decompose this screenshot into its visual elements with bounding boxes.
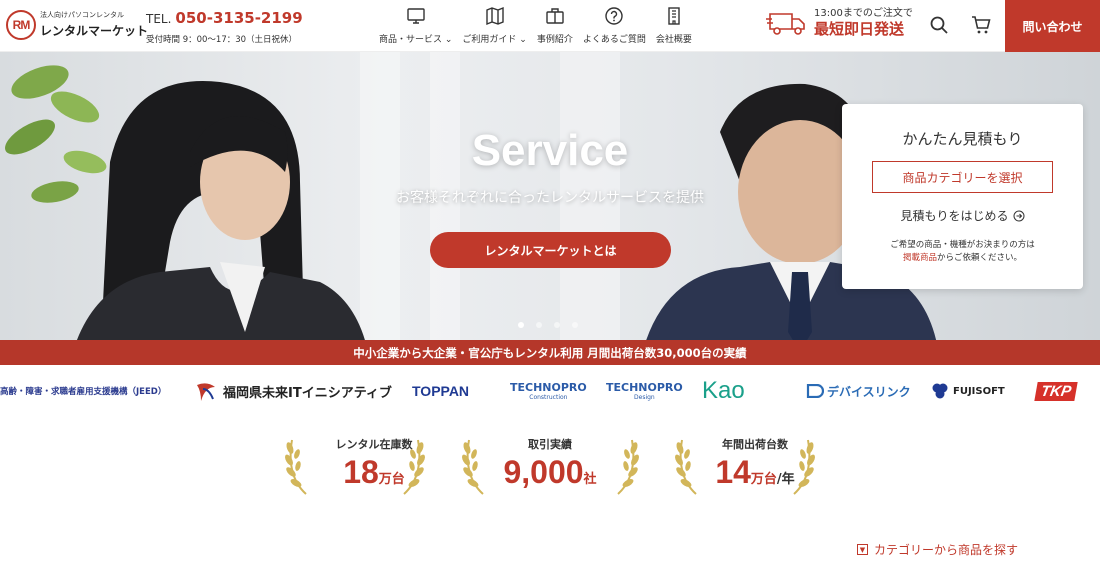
phone-contact: TEL. 050-3135-2199 受付時間 9：00〜17：30（土日祝休） xyxy=(146,9,303,45)
laurel-right-icon xyxy=(617,439,639,495)
fukuoka-mark-icon xyxy=(197,383,215,401)
map-icon xyxy=(485,6,504,26)
laurel-right-icon xyxy=(403,439,425,495)
shipping-headline: 最短即日発送 xyxy=(814,20,905,38)
arrow-circle-icon xyxy=(1013,210,1024,221)
nav-item-faq[interactable]: よくあるご質問 xyxy=(583,6,646,45)
nav-label: 事例紹介 xyxy=(536,35,573,45)
stat-label: レンタル在庫数 xyxy=(335,438,413,451)
client-logo: デバイスリンク xyxy=(806,372,911,410)
fujisoft-mark-icon xyxy=(932,383,948,399)
stat-transactions: 取引実績 9,000社 xyxy=(475,436,625,496)
start-estimate-link[interactable]: 見積もりをはじめる xyxy=(842,207,1083,224)
laurel-right-icon xyxy=(793,439,815,495)
monitor-icon xyxy=(407,8,425,24)
stat-unit: 社 xyxy=(583,472,597,487)
client-logo: 福岡県未来ITイニシアティブ xyxy=(195,372,392,410)
client-logo: TECHNOPRO Construction xyxy=(510,381,587,401)
browse-by-category-label: カテゴリーから商品を探す xyxy=(874,543,1019,557)
main-nav: 商品・サービス ⌄ ご利用ガイド ⌄ 事例紹介 よくあるご質問 会社概要 xyxy=(374,6,697,45)
category-select-button[interactable]: 商品カテゴリーを選択 xyxy=(872,161,1053,193)
client-logo: Kao xyxy=(702,377,745,404)
stat-label: 取引実績 xyxy=(528,438,572,451)
logo-mark: RM xyxy=(6,10,36,40)
slider-dot[interactable] xyxy=(554,322,560,328)
business-hours: 受付時間 9：00〜17：30（土日祝休） xyxy=(146,35,298,45)
start-estimate-label: 見積もりをはじめる xyxy=(900,209,1009,223)
site-header: RM 法人向けパソコンレンタル レンタルマーケット TEL. 050-3135-… xyxy=(0,0,1100,52)
nav-label: 商品・サービス ⌄ xyxy=(379,35,453,45)
stat-inventory: レンタル在庫数 18万台 xyxy=(299,436,449,496)
stat-unit: 万台 xyxy=(750,472,777,487)
briefcase-icon xyxy=(546,8,564,24)
tel-label: TEL. xyxy=(146,12,172,26)
building-icon xyxy=(668,7,680,25)
client-logo: TOPPAN xyxy=(412,383,470,399)
browse-by-category-link[interactable]: ▼ カテゴリーから商品を探す xyxy=(857,541,1018,558)
achievement-banner: 中小企業から大企業・官公庁もレンタル利用 月間出荷台数30,000台の実績 xyxy=(0,340,1100,365)
logo-subtitle: 法人向けパソコンレンタル xyxy=(40,11,124,19)
client-logo: TKP xyxy=(1034,372,1078,410)
estimate-title: かんたん見積もり xyxy=(902,130,1023,148)
nav-label: ご利用ガイド ⌄ xyxy=(462,35,527,45)
stat-value: 9,000 xyxy=(503,454,584,490)
slider-dot[interactable] xyxy=(572,322,578,328)
nav-item-products[interactable]: 商品・サービス ⌄ xyxy=(379,6,452,45)
stat-value: 18 xyxy=(343,454,379,490)
shipping-cutoff: 13:00までのご注文で xyxy=(814,8,913,19)
quick-estimate-card: かんたん見積もり 商品カテゴリーを選択 見積もりをはじめる ご希望の商品・機種が… xyxy=(842,104,1083,289)
search-icon[interactable] xyxy=(928,14,950,36)
slider-dots xyxy=(518,322,590,328)
site-logo[interactable]: RM 法人向けパソコンレンタル レンタルマーケット xyxy=(6,10,148,40)
stat-value: 14 xyxy=(715,454,751,490)
client-logo: 高齢・障害・求職者雇用支援機構（JEED） xyxy=(0,387,167,397)
devicelink-mark-icon xyxy=(806,384,824,398)
nav-item-company[interactable]: 会社概要 xyxy=(656,6,692,45)
nav-item-guide[interactable]: ご利用ガイド ⌄ xyxy=(462,6,527,45)
tel-number[interactable]: 050-3135-2199 xyxy=(175,9,302,27)
logo-title: レンタルマーケット xyxy=(40,24,149,38)
nav-label: よくあるご質問 xyxy=(582,35,646,45)
nav-label: 会社概要 xyxy=(655,35,692,45)
listed-products-link[interactable]: 掲載商品 xyxy=(903,253,937,263)
client-logo: FUJISOFT xyxy=(931,372,1005,410)
nav-item-cases[interactable]: 事例紹介 xyxy=(537,6,573,45)
truck-icon xyxy=(766,13,805,35)
shipping-notice: 13:00までのご注文で 最短即日発送 xyxy=(766,8,913,38)
client-logos: 高齢・障害・求職者雇用支援機構（JEED） 福岡県未来ITイニシアティブ TOP… xyxy=(0,372,1100,410)
client-logo: TECHNOPRO Design xyxy=(606,381,683,401)
slider-dot[interactable] xyxy=(536,322,542,328)
cart-icon[interactable] xyxy=(970,14,992,36)
about-button[interactable]: レンタルマーケットとは xyxy=(430,232,671,268)
chevron-down-icon: ▼ xyxy=(857,544,868,555)
estimate-note: ご希望の商品・機種がお決まりの方は 掲載商品からご依頼ください。 xyxy=(890,240,1035,263)
slider-dot[interactable] xyxy=(518,322,524,328)
contact-button[interactable]: 問い合わせ xyxy=(1005,0,1100,52)
question-icon xyxy=(605,7,624,25)
